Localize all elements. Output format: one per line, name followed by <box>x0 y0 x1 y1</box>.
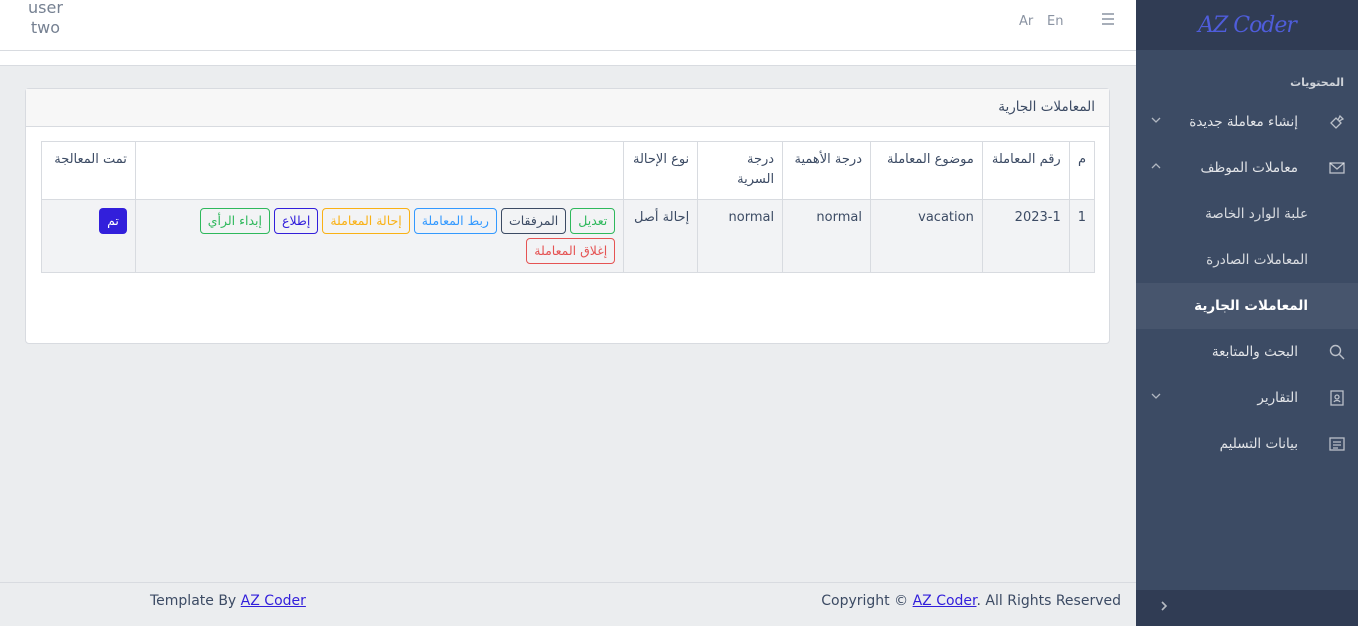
cell-subject: vacation <box>869 199 983 273</box>
footer-copyright-suffix: . All Rights Reserved <box>976 593 1121 609</box>
chevron-up-icon <box>1150 160 1162 176</box>
subheader <box>0 51 1136 66</box>
cell-secrecy: normal <box>697 199 784 273</box>
sidebar-item-label: إنشاء معاملة جديدة <box>1189 114 1298 130</box>
chevron-down-icon <box>1150 390 1162 406</box>
footer-copyright: Copyright © AZ Coder. All Rights Reserve… <box>821 593 1121 609</box>
user-name-line2: two <box>30 18 61 37</box>
sidebar: AZ Coder المحتويات إنشاء معاملة جديدة مع… <box>1136 0 1358 626</box>
footer-template-link[interactable]: AZ Coder <box>241 593 306 609</box>
chevron-right-icon <box>1158 600 1170 616</box>
sidebar-toggle-button[interactable] <box>1136 590 1358 626</box>
table-row: 1 2023-1 vacation normal normal إحالة أص… <box>41 199 1096 273</box>
refer-transaction-button[interactable]: إحالة المعاملة <box>322 208 410 234</box>
puzzle-icon <box>1326 111 1348 133</box>
sidebar-item-search[interactable]: البحث والمتابعة <box>1136 329 1358 375</box>
cell-m: 1 <box>1068 199 1096 273</box>
col-header-actions <box>134 141 625 200</box>
notes-icon <box>1326 433 1348 455</box>
hamburger-menu-icon[interactable] <box>1100 11 1116 31</box>
brand-logo[interactable]: AZ Coder <box>1136 0 1358 50</box>
sidebar-item-label: البحث والمتابعة <box>1211 344 1298 360</box>
sidebar-item-reports[interactable]: التقارير <box>1136 375 1358 421</box>
sidebar-item-employee-transactions[interactable]: معاملات الموظف <box>1136 145 1358 191</box>
sidebar-item-private-inbox[interactable]: علبة الوارد الخاصة <box>1136 191 1358 237</box>
close-transaction-button[interactable]: إغلاق المعاملة <box>526 238 616 264</box>
give-opinion-button[interactable]: إبداء الرأي <box>199 208 270 234</box>
col-header-secrecy: درجة السرية <box>697 141 784 200</box>
link-transaction-button[interactable]: ربط المعاملة <box>413 208 497 234</box>
sidebar-item-delivery-data[interactable]: بيانات التسليم <box>1136 421 1358 467</box>
done-button[interactable]: تم <box>99 208 127 234</box>
footer-template-text: Template By <box>150 593 241 609</box>
card-title: المعاملات الجارية <box>26 89 1109 127</box>
col-header-number: رقم المعاملة <box>981 141 1070 200</box>
footer: Template By AZ Coder Copyright © AZ Code… <box>0 582 1136 626</box>
col-header-referral-type: نوع الإحالة <box>623 141 699 200</box>
sidebar-item-current[interactable]: المعاملات الجارية <box>1136 283 1358 329</box>
col-header-m: م <box>1068 141 1096 200</box>
current-transactions-card: المعاملات الجارية م رقم المعاملة موضوع ا… <box>25 88 1110 344</box>
top-header: user two Ar En <box>0 0 1136 51</box>
footer-copyright-link[interactable]: AZ Coder <box>913 593 977 609</box>
user-name-line1: user <box>28 0 63 17</box>
col-header-importance: درجة الأهمية <box>782 141 871 200</box>
sidebar-item-new-transaction[interactable]: إنشاء معاملة جديدة <box>1136 99 1358 145</box>
sidebar-item-label: بيانات التسليم <box>1219 436 1298 452</box>
sidebar-item-outgoing[interactable]: المعاملات الصادرة <box>1136 237 1358 283</box>
chevron-down-icon <box>1150 114 1162 130</box>
cell-number: 2023-1 <box>981 199 1070 273</box>
language-en-link[interactable]: En <box>1047 14 1063 29</box>
col-header-subject: موضوع المعاملة <box>869 141 983 200</box>
contact-book-icon <box>1326 387 1348 409</box>
language-ar-link[interactable]: Ar <box>1019 14 1033 29</box>
sidebar-item-label: التقارير <box>1257 390 1298 406</box>
edit-button[interactable]: تعديل <box>570 208 616 234</box>
cell-importance: normal <box>782 199 871 273</box>
sidebar-item-label: معاملات الموظف <box>1200 160 1298 176</box>
cell-processed: تم <box>41 199 136 273</box>
footer-template-credit: Template By AZ Coder <box>150 593 306 609</box>
attachments-button[interactable]: المرفقات <box>500 208 567 234</box>
transactions-table: م رقم المعاملة موضوع المعاملة درجة الأهم… <box>41 141 1096 273</box>
view-button[interactable]: إطلاع <box>274 208 319 234</box>
col-header-processed: تمت المعالجة <box>41 141 136 200</box>
cell-referral-type: إحالة أصل <box>623 199 699 273</box>
envelope-icon <box>1326 157 1348 179</box>
user-menu[interactable]: user two <box>28 0 63 38</box>
search-icon <box>1326 341 1348 363</box>
footer-copyright-text: Copyright © <box>821 593 913 609</box>
sidebar-section-title: المحتويات <box>1290 76 1344 89</box>
cell-actions: تعديل المرفقات ربط المعاملة إحالة المعام… <box>134 199 625 273</box>
